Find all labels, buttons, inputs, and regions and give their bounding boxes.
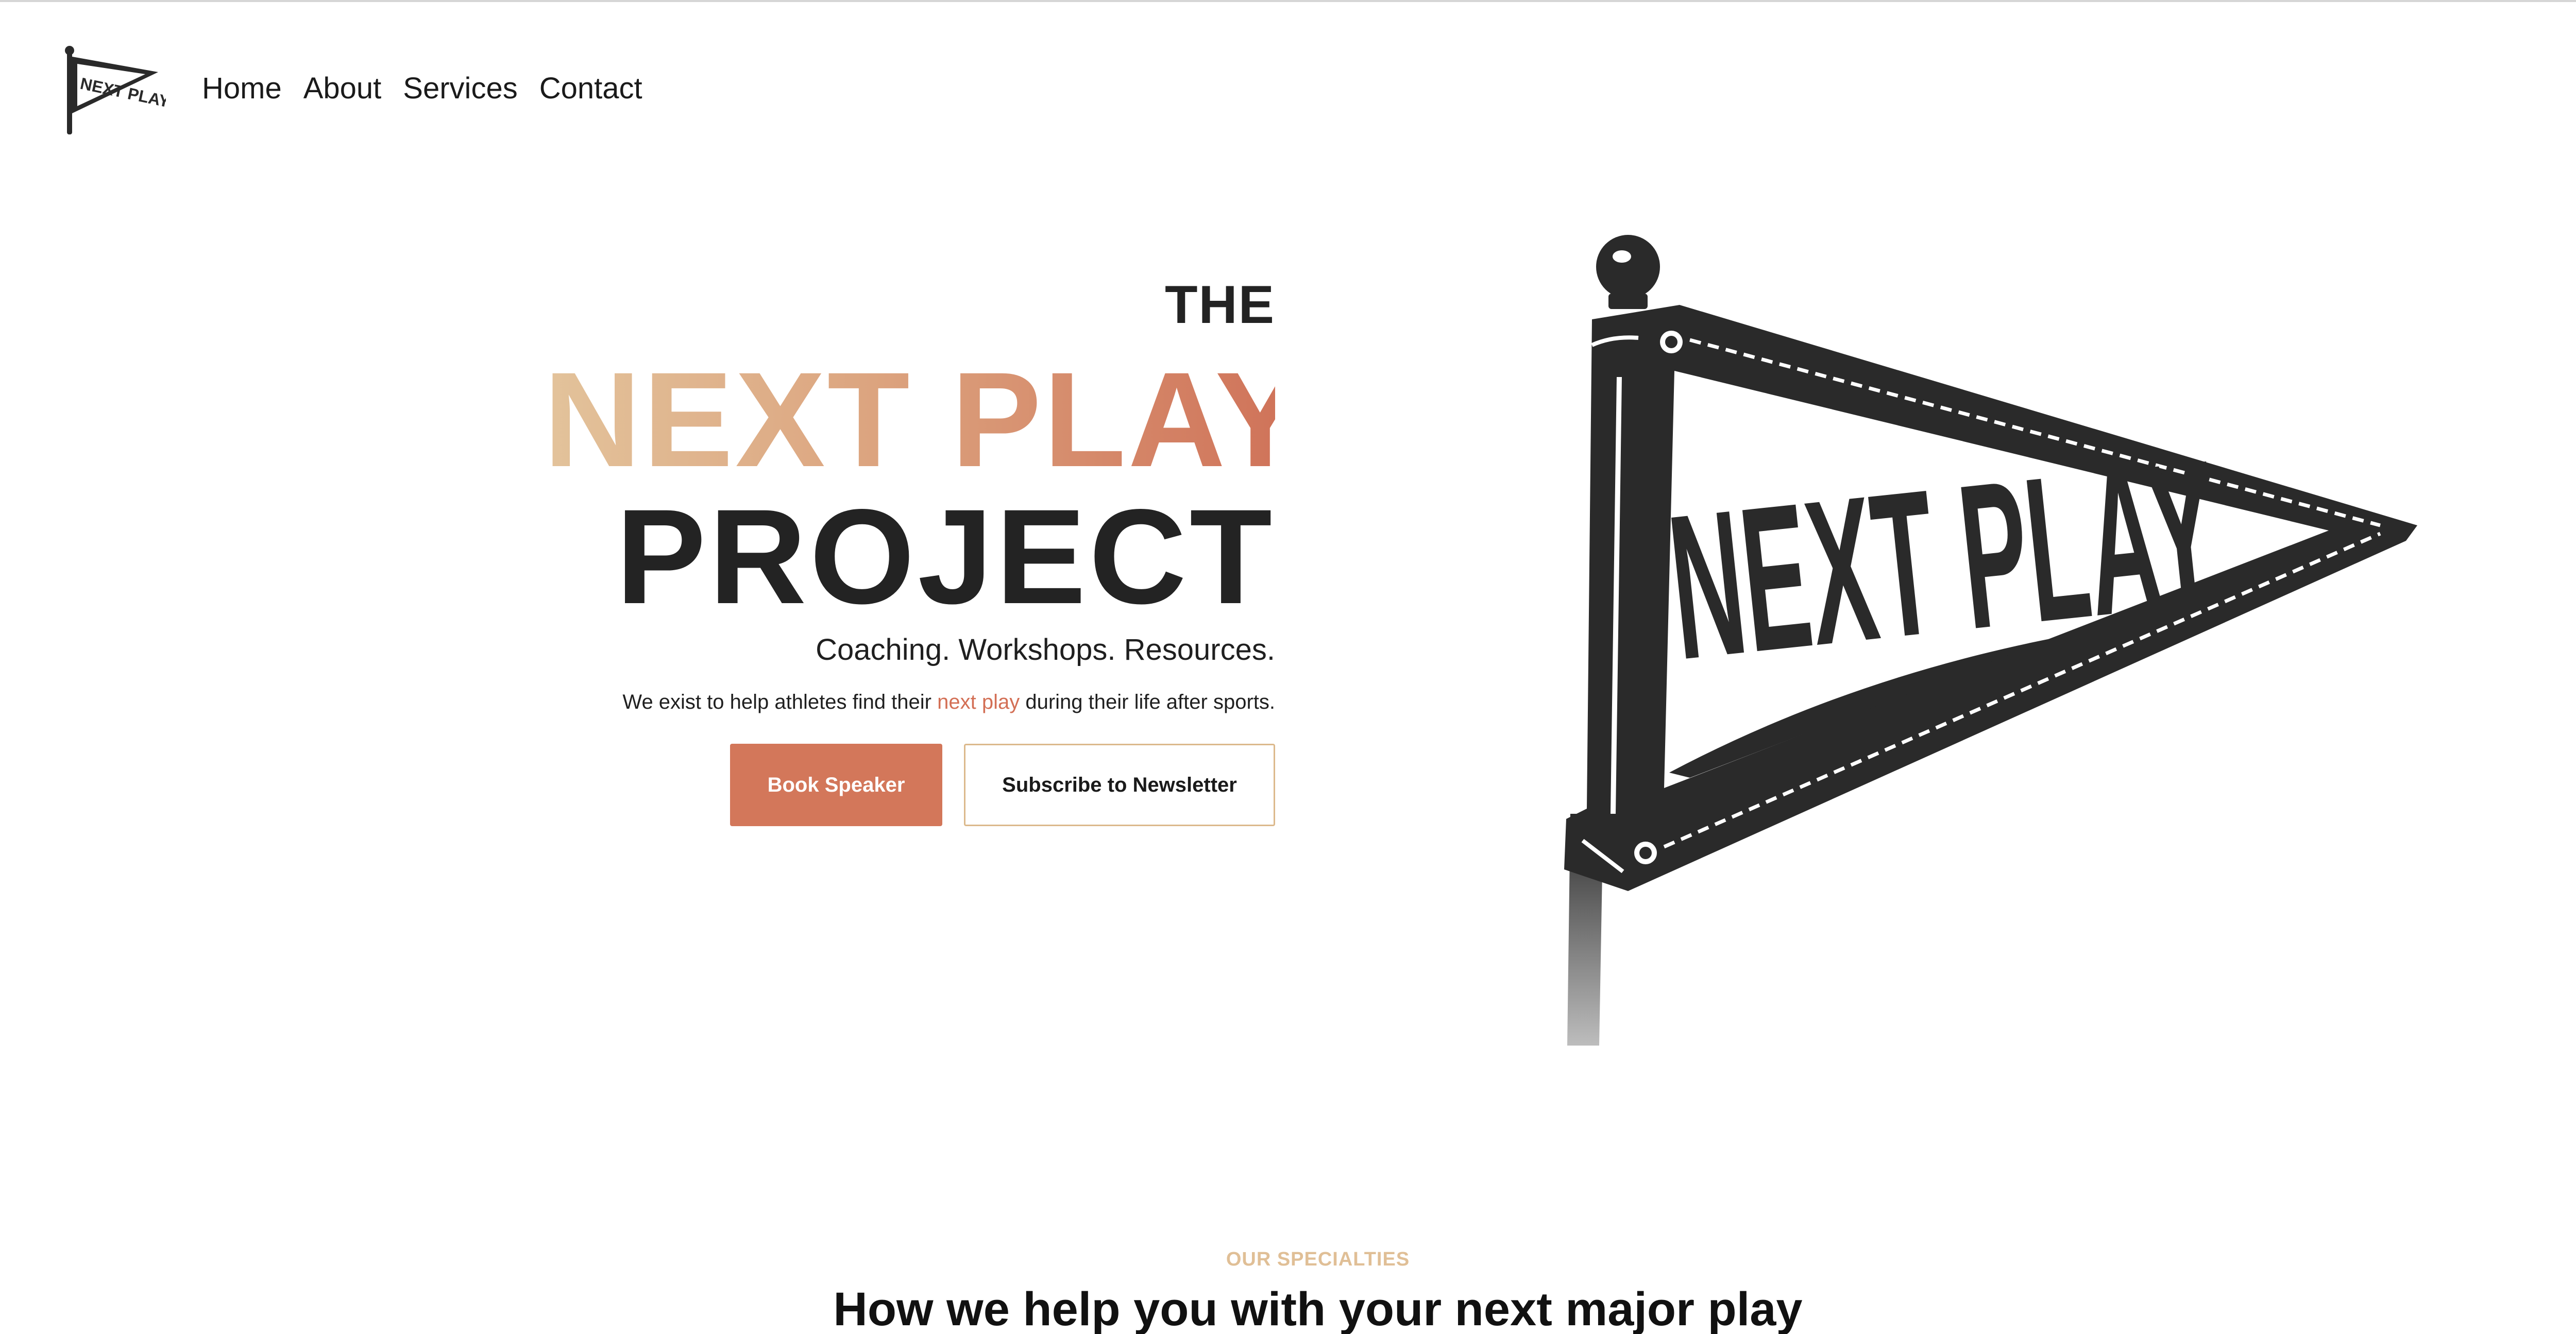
nav-item-services[interactable]: Services <box>403 71 517 106</box>
specialties-title: How we help you with your next major pla… <box>833 1283 1803 1334</box>
hero-buttons: Book Speaker Subscribe to Newsletter <box>544 744 1275 826</box>
page: NEXT PLAY Home About Services Contact TH… <box>0 0 2576 1334</box>
book-speaker-button[interactable]: Book Speaker <box>730 744 942 826</box>
hero-title-project: PROJECT <box>616 481 1275 632</box>
nav-item-home[interactable]: Home <box>202 71 282 106</box>
pennant-flag-icon: NEXT PLAY <box>1564 235 2417 1046</box>
mission-accent: next play <box>937 691 1020 713</box>
hero-tagline: Coaching. Workshops. Resources. <box>816 633 1275 666</box>
hero-eyebrow: THE <box>1165 275 1275 335</box>
main-nav: Home About Services Contact <box>202 71 642 106</box>
subscribe-newsletter-button[interactable]: Subscribe to Newsletter <box>964 744 1275 826</box>
hero-mission: We exist to help athletes find their nex… <box>544 691 1275 714</box>
pennant-logo-icon: NEXT PLAY <box>65 46 172 134</box>
hero-section: THE NEXT PLAY PROJECT Coaching. Workshop… <box>544 275 1308 826</box>
nav-item-contact[interactable]: Contact <box>539 71 642 106</box>
mission-text-start: We exist to help athletes find their <box>622 691 938 713</box>
nav-item-about[interactable]: About <box>303 71 382 106</box>
pennant-illustration: NEXT PLAY <box>1535 216 2432 1061</box>
mission-text-end: during their life after sports. <box>1020 691 1275 713</box>
logo[interactable]: NEXT PLAY <box>63 45 172 138</box>
top-divider <box>0 0 2576 2</box>
hero-title-next-play: NEXT PLAY <box>544 344 1308 495</box>
specialties-eyebrow: OUR SPECIALTIES <box>1226 1249 1410 1270</box>
